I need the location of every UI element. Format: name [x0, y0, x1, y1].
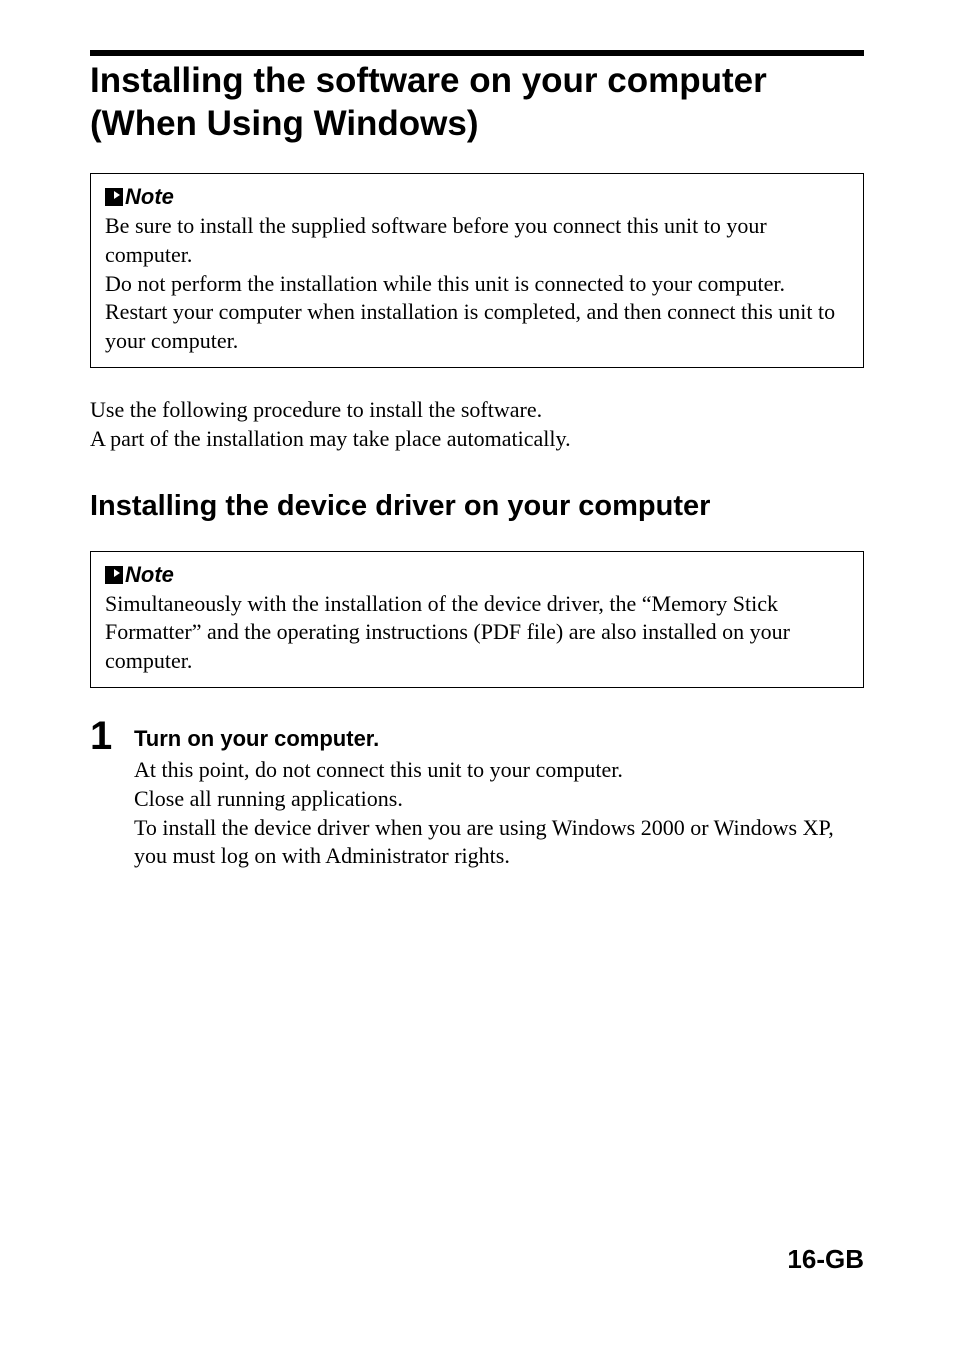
page-number: 16-GB	[787, 1244, 864, 1275]
step-body: Turn on your computer. At this point, do…	[134, 716, 864, 870]
note-label-text: Note	[125, 184, 174, 210]
note-body: Be sure to install the supplied software…	[105, 212, 849, 355]
intro-paragraph: A part of the installation may take plac…	[90, 425, 864, 454]
note-paragraph: Be sure to install the supplied software…	[105, 212, 849, 269]
section-title: Installing the device driver on your com…	[90, 490, 864, 523]
step-paragraph: At this point, do not connect this unit …	[134, 756, 864, 785]
step-paragraph: Close all running applications.	[134, 785, 864, 814]
note-label-text: Note	[125, 562, 174, 588]
step-1: 1 Turn on your computer. At this point, …	[90, 716, 864, 870]
step-number: 1	[90, 716, 134, 756]
note-label: Note	[105, 184, 849, 210]
step-text: At this point, do not connect this unit …	[134, 756, 864, 870]
document-page: Installing the software on your computer…	[0, 0, 954, 1345]
note-box-2: Note Simultaneously with the installatio…	[90, 551, 864, 689]
horizontal-rule	[90, 50, 864, 56]
note-icon	[105, 566, 123, 584]
step-paragraph: To install the device driver when you ar…	[134, 814, 864, 871]
note-paragraph: Do not perform the installation while th…	[105, 270, 849, 299]
note-paragraph: Restart your computer when installation …	[105, 298, 849, 355]
note-paragraph: Simultaneously with the installation of …	[105, 590, 849, 676]
note-label: Note	[105, 562, 849, 588]
intro-paragraph: Use the following procedure to install t…	[90, 396, 864, 425]
page-title: Installing the software on your computer…	[90, 60, 864, 145]
note-body: Simultaneously with the installation of …	[105, 590, 849, 676]
note-icon	[105, 188, 123, 206]
step-heading: Turn on your computer.	[134, 726, 864, 752]
intro-text: Use the following procedure to install t…	[90, 396, 864, 453]
note-box-1: Note Be sure to install the supplied sof…	[90, 173, 864, 368]
